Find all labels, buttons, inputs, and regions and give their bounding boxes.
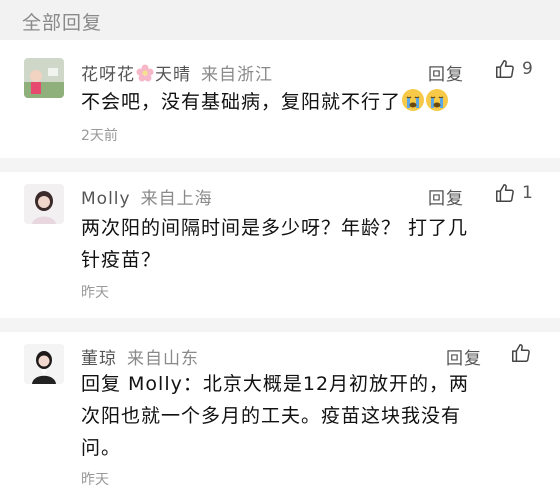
replies-header: 全部回复 [0, 0, 560, 40]
comment-text-line: 问。 [81, 437, 122, 459]
like-button[interactable]: 1 [494, 182, 533, 204]
thumbs-up-icon [512, 344, 530, 362]
comment-text: 两次阳的间隔时间是多少呀？年龄？ 打了几 针疫苗？ [81, 212, 536, 276]
author-name[interactable]: Molly [81, 189, 131, 209]
crying-face-emoji [426, 89, 449, 111]
author-name-suffix[interactable]: 天晴 [155, 65, 191, 85]
section-title: 全部回复 [22, 12, 103, 34]
comment-meta: 花呀花 天晴 来自浙江 [81, 60, 273, 85]
divider [0, 318, 560, 332]
like-count: 9 [522, 59, 533, 79]
flower-icon [136, 64, 154, 82]
avatar-photo-icon [24, 344, 64, 384]
reply-button[interactable]: 回复 [428, 60, 464, 85]
location-label: 来自浙江 [201, 65, 273, 85]
comment-meta: Molly 来自上海 [81, 184, 213, 209]
reply-button[interactable]: 回复 [428, 184, 464, 209]
avatar[interactable] [24, 184, 64, 224]
location-label: 来自山东 [127, 349, 199, 369]
avatar[interactable] [24, 344, 64, 384]
avatar-photo-icon [24, 58, 64, 98]
comment-text-line: 针疫苗？ [81, 249, 162, 271]
author-name[interactable]: 董琼 [81, 349, 117, 369]
location-label: 来自上海 [140, 189, 213, 209]
comment-2: Molly 来自上海 回复 1 两次阳的间隔时间是多少呀？年龄？ 打了几 针疫苗？… [0, 172, 560, 312]
divider [0, 158, 560, 172]
comment-text: 不会吧，没有基础病，复阳就不行了 [81, 86, 536, 118]
reply-button[interactable]: 回复 [446, 344, 482, 369]
timestamp: 昨天 [81, 285, 109, 301]
comment-text: 回复 Molly：北京大概是12月初放开的，两 次阳也就一个多月的工夫。疫苗这块… [81, 368, 536, 464]
timestamp: 2天前 [81, 128, 118, 144]
comment-text-line: 次阳也就一个多月的工夫。疫苗这块我没有 [81, 405, 462, 427]
comment-3: 董琼 来自山东 回复 回复 Molly：北京大概是12月初放开的，两 次阳也就一个… [0, 332, 560, 498]
like-button[interactable]: 9 [494, 58, 533, 80]
timestamp: 昨天 [81, 472, 109, 488]
author-name[interactable]: 花呀花 [81, 65, 135, 85]
like-count: 1 [522, 183, 533, 203]
avatar[interactable] [24, 58, 64, 98]
crying-face-emoji [402, 89, 425, 111]
avatar-photo-icon [24, 184, 64, 224]
comment-text-line: 两次阳的间隔时间是多少呀？年龄？ 打了几 [81, 217, 469, 239]
comment-1: 花呀花 天晴 来自浙江 回复 9 不会吧，没有基础病，复阳就不行了 2天前 [0, 40, 560, 150]
comment-meta: 董琼 来自山东 [81, 344, 199, 369]
thumbs-up-icon [496, 184, 514, 202]
thumbs-up-icon [496, 60, 514, 78]
like-button[interactable] [510, 342, 532, 364]
comment-text-content: 不会吧，没有基础病，复阳就不行了 [81, 91, 402, 113]
comment-text-line: 回复 Molly：北京大概是12月初放开的，两 [81, 373, 470, 395]
